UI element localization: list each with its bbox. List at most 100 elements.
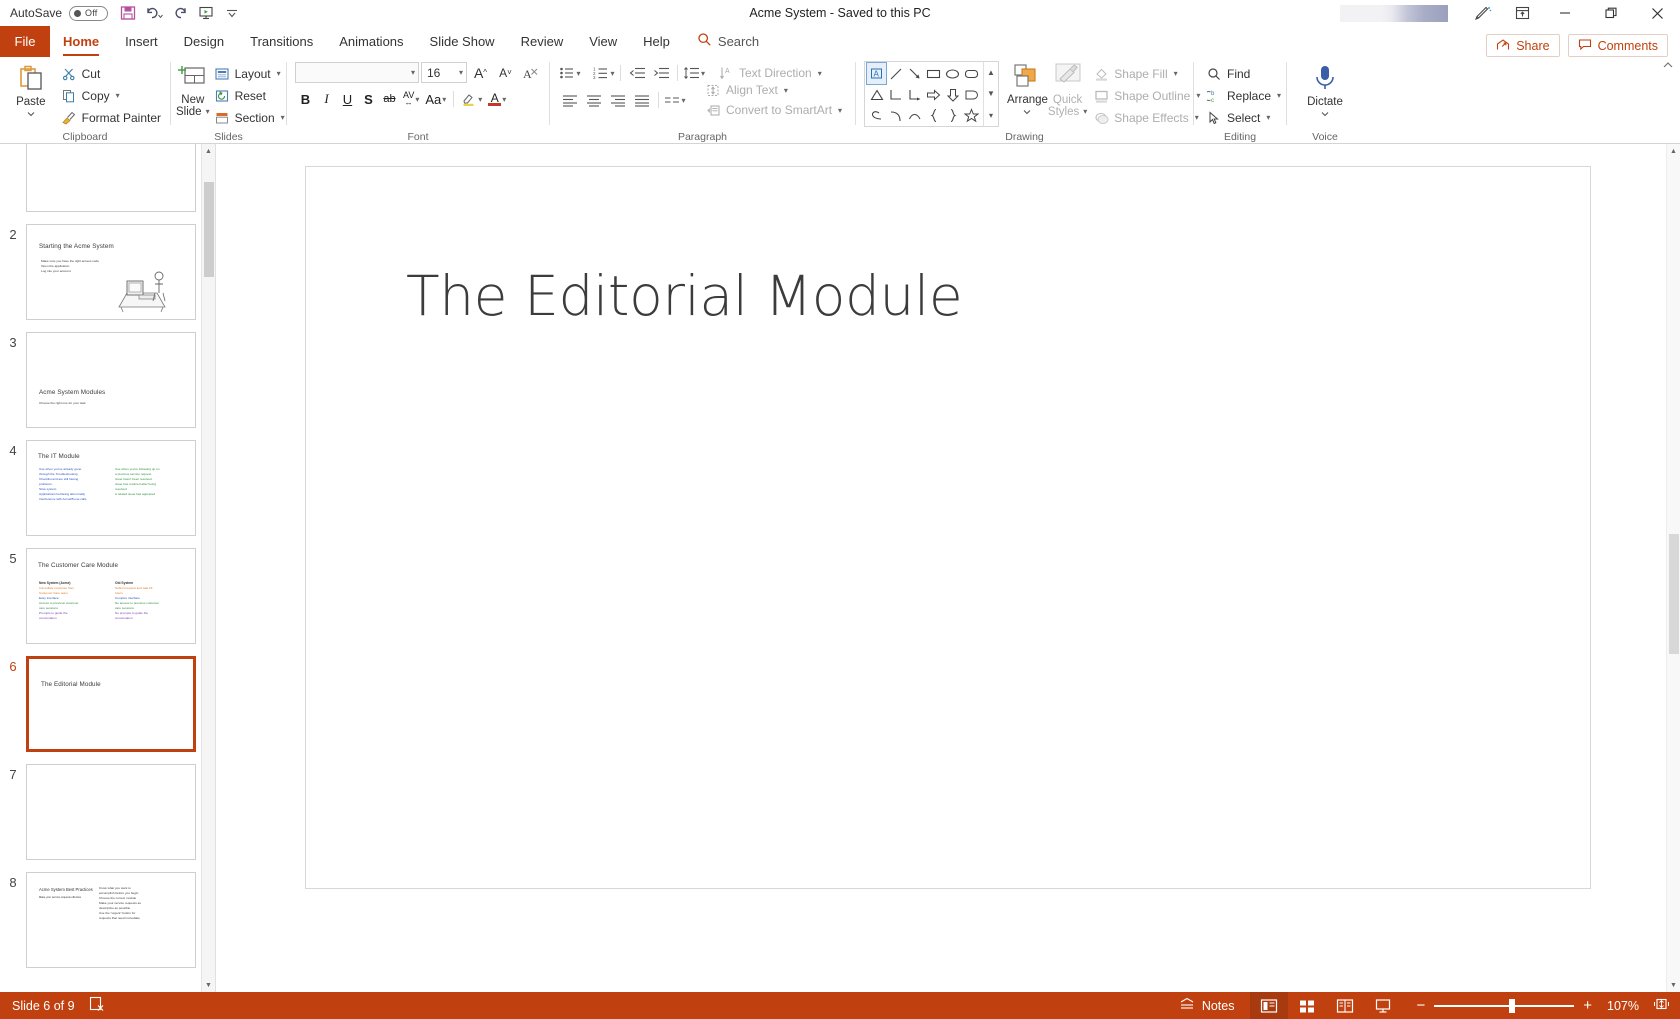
underline-button[interactable]: U [337, 88, 358, 110]
slide-show-view-button[interactable] [1364, 992, 1402, 1019]
slide-thumbnail[interactable]: Acme System Best Practices Make your ser… [26, 872, 196, 968]
text-highlight-color-button[interactable]: ▾ [458, 88, 485, 110]
shape-triangle[interactable] [867, 84, 886, 105]
fit-to-window-icon[interactable] [1653, 996, 1670, 1015]
zoom-in-button[interactable]: + [1583, 997, 1592, 1014]
chevron-down-icon[interactable]: ▾ [281, 113, 285, 122]
reset-button[interactable]: Reset [210, 85, 289, 106]
scrollbar-thumb[interactable] [1669, 534, 1679, 654]
shape-oval[interactable] [943, 63, 962, 84]
ribbon-display-options-icon[interactable] [1502, 0, 1542, 26]
shape-effects-button[interactable]: Shape Effects ▾ [1089, 107, 1204, 128]
undo-icon[interactable] [142, 2, 166, 24]
shape-down-arrow[interactable] [943, 84, 962, 105]
list-item[interactable]: 7 [0, 764, 215, 860]
chevron-down-icon[interactable]: ▾ [818, 69, 822, 78]
chevron-down-icon[interactable]: ▾ [277, 69, 281, 78]
slide-canvas[interactable]: The Editorial Module [305, 166, 1591, 889]
copy-button[interactable]: Copy ▾ [57, 85, 165, 106]
shape-arrow[interactable] [905, 63, 924, 84]
chevron-down-icon[interactable]: ▾ [576, 69, 580, 78]
shape-elbow-connector[interactable] [886, 84, 905, 105]
tab-home[interactable]: Home [50, 26, 112, 57]
chevron-down-icon[interactable]: ▾ [701, 69, 705, 78]
align-right-button[interactable] [606, 89, 630, 111]
close-button[interactable] [1634, 0, 1680, 26]
cut-button[interactable]: Cut [57, 63, 165, 84]
chevron-down-icon[interactable]: ▾ [838, 106, 842, 115]
numbering-button[interactable]: 123 ▾ [592, 62, 616, 84]
tab-file[interactable]: File [0, 26, 50, 57]
collapse-ribbon-button[interactable] [1662, 60, 1674, 73]
search-input[interactable]: Search [683, 26, 771, 57]
zoom-slider-track[interactable] [1434, 998, 1575, 1013]
customize-qat-icon[interactable] [220, 2, 244, 24]
scroll-up-arrow[interactable]: ▲ [1667, 144, 1680, 158]
italic-button[interactable]: I [316, 88, 337, 110]
columns-button[interactable]: ▾ [663, 89, 687, 111]
bold-button[interactable]: B [295, 88, 316, 110]
decrease-indent-button[interactable] [625, 62, 649, 84]
text-shadow-button[interactable]: S [358, 88, 379, 110]
chevron-down-icon[interactable]: ▾ [459, 68, 463, 77]
shape-arc[interactable] [905, 105, 924, 126]
shape-outline-button[interactable]: Shape Outline ▾ [1089, 85, 1204, 106]
justify-button[interactable] [630, 89, 654, 111]
scroll-down-arrow[interactable]: ▼ [1667, 978, 1680, 992]
change-case-button[interactable]: Aa ▾ [422, 88, 449, 110]
save-icon[interactable] [116, 2, 140, 24]
autosave-control[interactable]: AutoSave Off [10, 5, 109, 21]
slide-thumbnail[interactable] [26, 764, 196, 860]
bullets-button[interactable]: ▾ [558, 62, 582, 84]
increase-font-size-button[interactable]: A ^ [469, 62, 492, 84]
character-spacing-button[interactable]: AV ↔ ▾ [400, 88, 422, 110]
select-button[interactable]: Select ▾ [1202, 107, 1285, 128]
chevron-down-icon[interactable]: ▾ [415, 95, 419, 104]
font-color-button[interactable]: A ▾ [485, 88, 509, 110]
list-item[interactable]: 2 Starting the Acme System Make sure you… [0, 224, 215, 320]
section-button[interactable]: Section ▾ [210, 107, 289, 128]
align-center-button[interactable] [582, 89, 606, 111]
list-item[interactable]: 5 The Customer Care Module New System (A… [0, 548, 215, 644]
autosave-toggle[interactable]: Off [69, 5, 109, 21]
shape-gallery-scrollbar[interactable]: ▲ ▼ ▾ [983, 62, 998, 126]
layout-button[interactable]: Layout ▾ [210, 63, 289, 84]
zoom-control[interactable]: − + 107% [1402, 996, 1680, 1015]
slide-title-placeholder[interactable]: The Editorial Module [406, 264, 963, 328]
slide-thumbnail[interactable]: The Customer Care Module New System (Acm… [26, 548, 196, 644]
chevron-down-icon[interactable]: ▾ [1277, 91, 1281, 100]
scroll-up-arrow[interactable]: ▲ [202, 144, 215, 158]
shape-right-brace[interactable] [943, 105, 962, 126]
align-left-button[interactable] [558, 89, 582, 111]
notes-button[interactable]: Notes [1179, 997, 1251, 1014]
dictate-button[interactable]: Dictate [1294, 61, 1356, 120]
list-item-selected[interactable]: 6 The Editorial Module [0, 656, 215, 752]
chevron-down-icon[interactable]: ▾ [442, 95, 446, 104]
gallery-scroll-up[interactable]: ▲ [984, 62, 998, 83]
zoom-level-label[interactable]: 107% [1607, 999, 1639, 1013]
slide-counter[interactable]: Slide 6 of 9 [12, 999, 75, 1013]
decrease-font-size-button[interactable]: A ˅ [494, 62, 517, 84]
slide-sorter-view-button[interactable] [1288, 992, 1326, 1019]
zoom-out-button[interactable]: − [1416, 997, 1425, 1014]
shape-right-arrow[interactable] [924, 84, 943, 105]
chevron-down-icon[interactable] [1022, 106, 1032, 118]
tab-design[interactable]: Design [171, 26, 237, 57]
font-name-input[interactable]: ▾ [295, 62, 419, 83]
minimize-button[interactable] [1542, 0, 1588, 26]
font-size-input[interactable]: 16 ▾ [421, 62, 467, 83]
chevron-down-icon[interactable]: ▾ [681, 96, 685, 105]
list-item[interactable] [0, 144, 215, 212]
shape-elbow-arrow-connector[interactable] [905, 84, 924, 105]
slide-thumbnail[interactable] [26, 144, 196, 212]
convert-to-smartart-button[interactable]: Convert to SmartArt ▾ [701, 101, 846, 120]
list-item[interactable]: 4 The IT Module Use when you've already … [0, 440, 215, 536]
chevron-down-icon[interactable]: ▾ [1266, 113, 1270, 122]
tab-slide-show[interactable]: Slide Show [417, 26, 508, 57]
chevron-down-icon[interactable] [1320, 108, 1330, 120]
accessibility-checker-icon[interactable] [89, 996, 106, 1015]
tab-review[interactable]: Review [508, 26, 577, 57]
chevron-down-icon[interactable]: ▾ [1083, 106, 1087, 118]
shape-rectangle[interactable] [924, 63, 943, 84]
list-item[interactable]: 3 Acme System Modules Choose the right o… [0, 332, 215, 428]
